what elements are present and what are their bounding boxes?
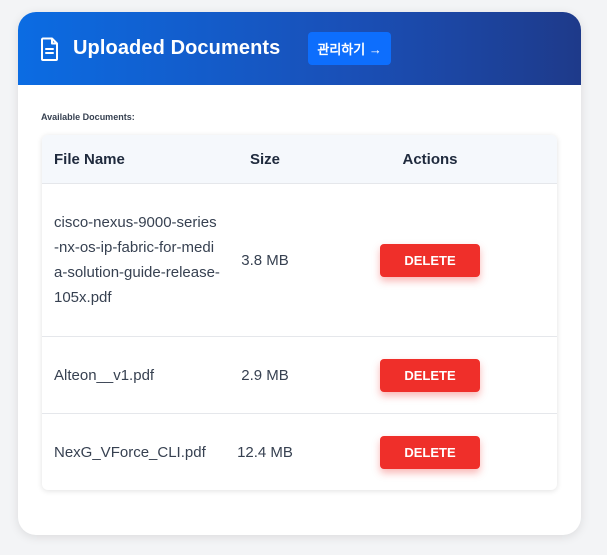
available-documents-label: Available Documents:: [41, 112, 135, 122]
uploaded-documents-card: Uploaded Documents 관리하기 → Available Docu…: [18, 12, 581, 535]
file-size-cell: 12.4 MB: [237, 443, 293, 461]
table-header: File Name Size Actions: [42, 135, 557, 184]
table-row: NexG_VForce_CLI.pdf 12.4 MB DELETE: [42, 414, 557, 490]
column-header-actions: Actions: [402, 150, 458, 168]
delete-button[interactable]: DELETE: [380, 435, 480, 469]
delete-button[interactable]: DELETE: [380, 243, 480, 277]
file-name-cell: Alteon__v1.pdf: [54, 366, 155, 384]
actions-cell: DELETE: [303, 435, 557, 469]
table-row: cisco-nexus-9000-series-nx-os-ip-fabric-…: [42, 184, 557, 337]
file-size-cell: 2.9 MB: [241, 366, 289, 384]
table-row: Alteon__v1.pdf 2.9 MB DELETE: [42, 337, 557, 414]
card-header: Uploaded Documents 관리하기 →: [18, 12, 581, 85]
column-header-file-name: File Name: [54, 150, 125, 168]
file-name-cell: cisco-nexus-9000-series-nx-os-ip-fabric-…: [54, 214, 220, 306]
document-icon: [40, 37, 60, 61]
actions-cell: DELETE: [303, 243, 557, 277]
delete-button[interactable]: DELETE: [380, 358, 480, 392]
file-name-cell: NexG_VForce_CLI.pdf: [54, 443, 206, 461]
file-size-cell: 3.8 MB: [241, 251, 289, 269]
column-header-size: Size: [249, 150, 280, 168]
page-title: Uploaded Documents: [73, 37, 281, 59]
documents-table: File Name Size Actions cisco-nexus-9000-…: [42, 135, 557, 490]
actions-cell: DELETE: [303, 358, 557, 392]
manage-button[interactable]: 관리하기 →: [308, 32, 391, 65]
